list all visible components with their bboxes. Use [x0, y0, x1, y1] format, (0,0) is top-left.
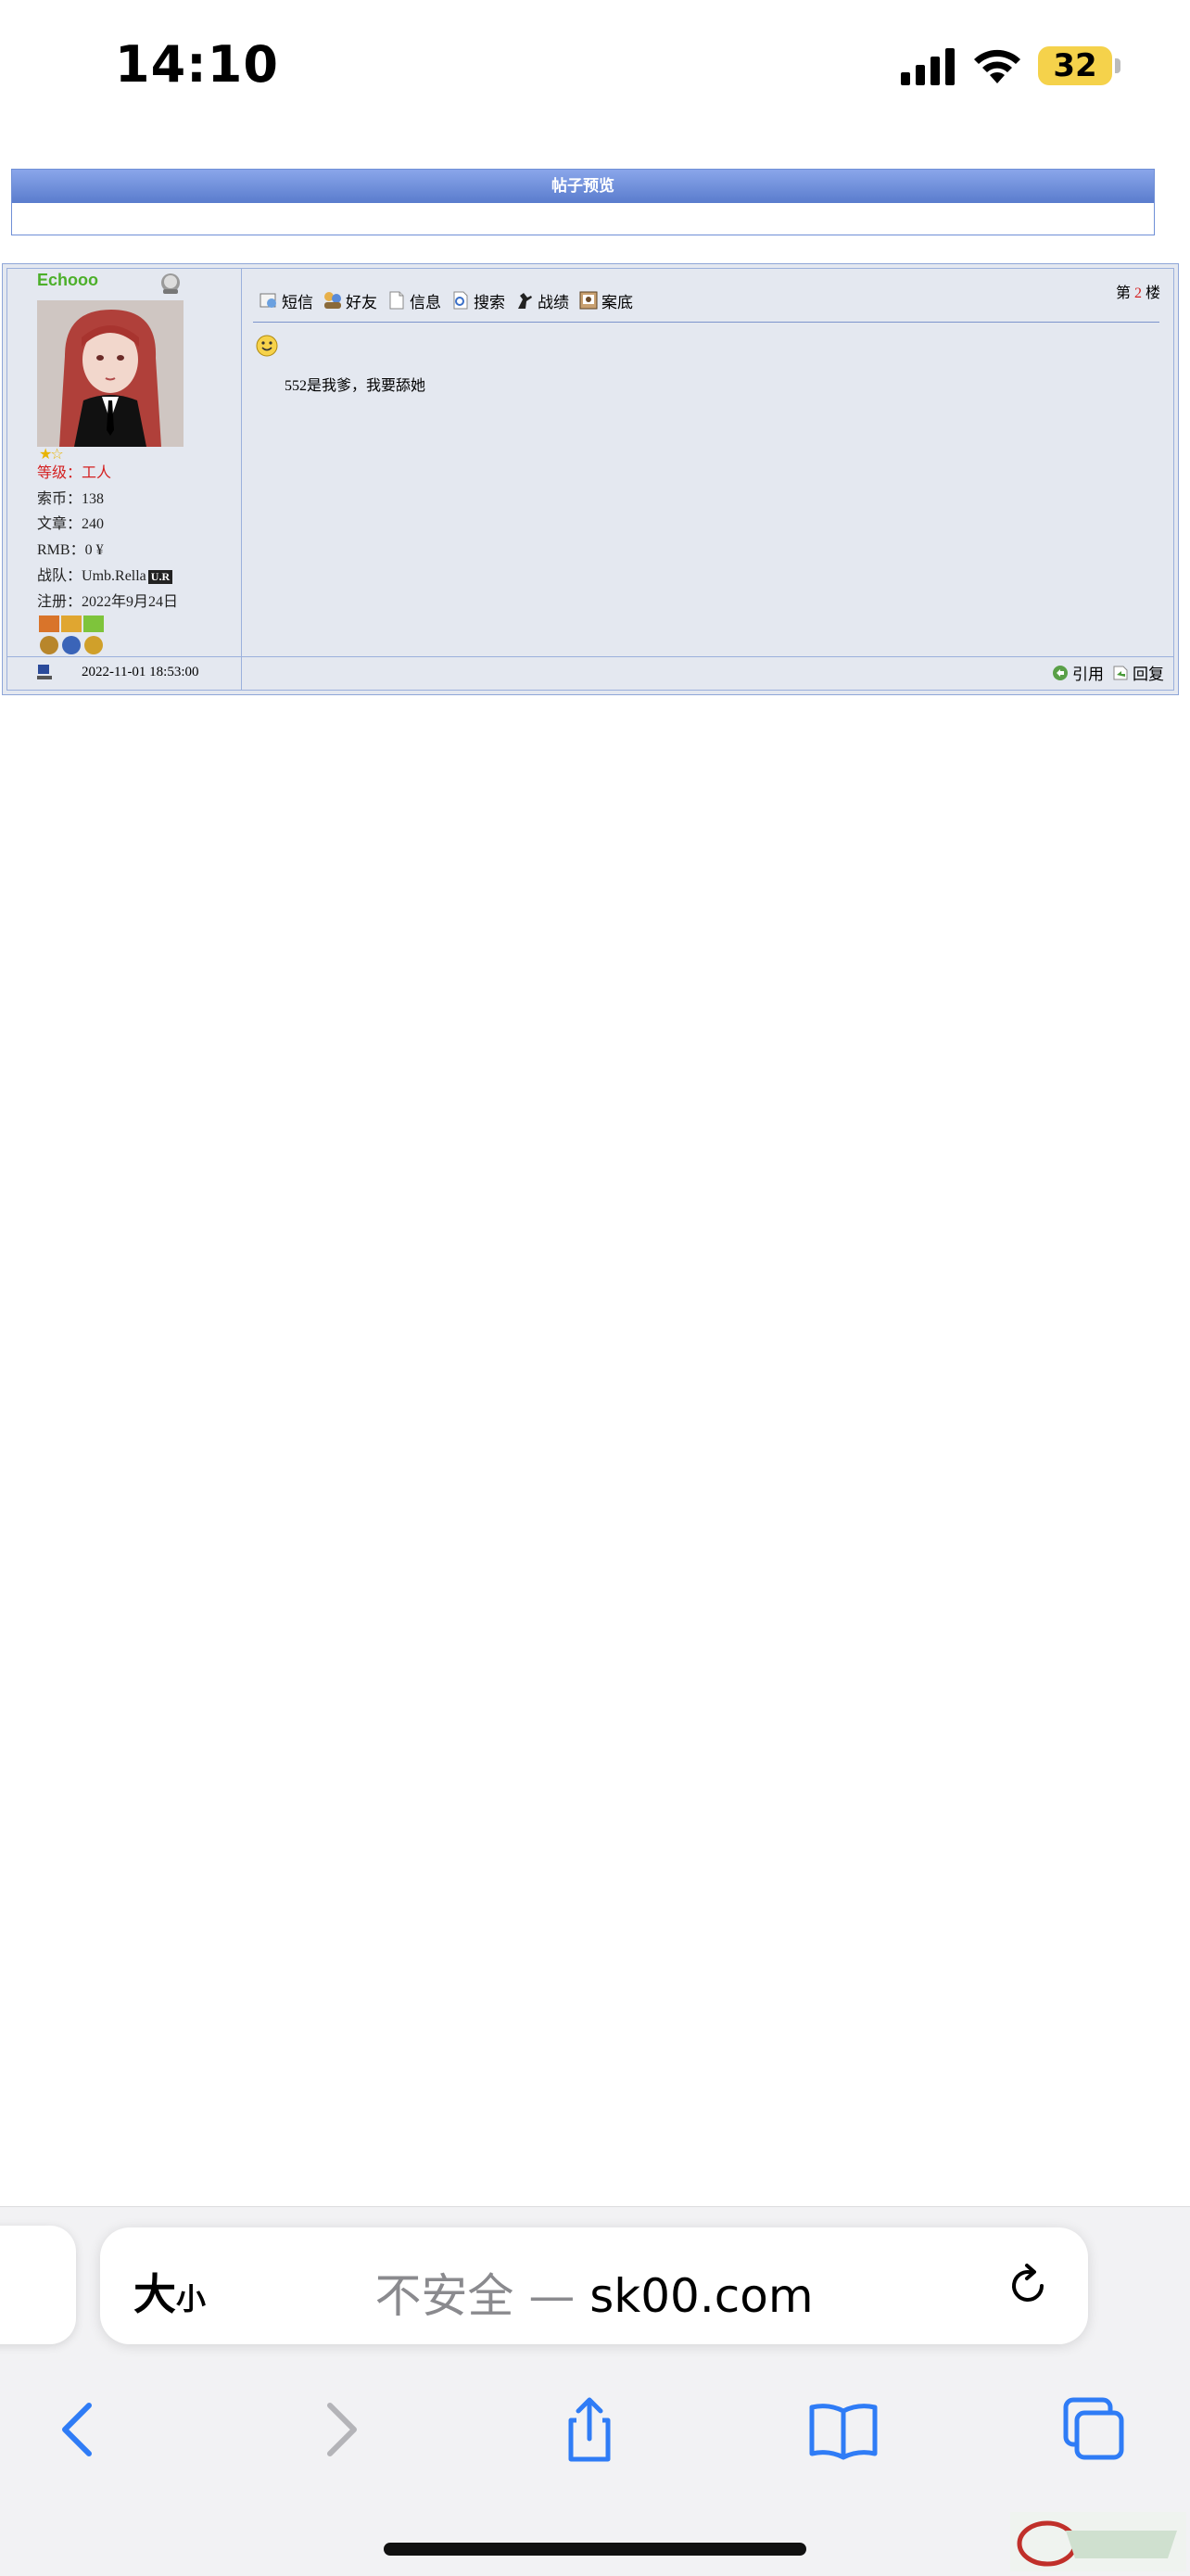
previous-tab-preview[interactable] — [0, 2226, 76, 2344]
register-row: 注册：2022年9月24日 — [37, 589, 178, 611]
floor-prefix: 第 — [1115, 286, 1131, 301]
username[interactable]: Echooo — [37, 271, 98, 290]
level-row: 等级：工人 — [37, 460, 111, 482]
forward-icon[interactable] — [302, 2392, 376, 2467]
site-watermark-logo — [1010, 2512, 1186, 2571]
url-domain: sk00.com — [589, 2269, 814, 2323]
address-bar[interactable]: 大小 不安全 — sk00.com — [100, 2227, 1088, 2344]
team-value[interactable]: Umb.Rella — [82, 568, 146, 584]
status-bar: 14:10 32 — [0, 0, 1190, 139]
search-button[interactable]: 搜索 — [450, 287, 505, 313]
articles-label: 文章： — [37, 516, 82, 532]
document-icon — [389, 291, 404, 310]
status-time: 14:10 — [115, 35, 279, 94]
search-label: 搜索 — [474, 293, 505, 311]
sms-label: 短信 — [282, 293, 313, 311]
preview-panel: 帖子预览 — [11, 169, 1155, 235]
team-label: 战队： — [37, 568, 82, 584]
share-icon[interactable] — [552, 2392, 627, 2467]
level-value: 工人 — [82, 465, 112, 481]
case-label: 案底 — [601, 293, 633, 311]
post-toolbar: 短信 好友 信息 搜索 战绩 案底 — [259, 287, 633, 313]
post-table: Echooo ★☆ 等级：工人 索币：138 文章：240 RMB：0 ¥ 战队… — [6, 268, 1174, 691]
battery-nub — [1115, 58, 1120, 73]
computer-icon — [37, 665, 52, 679]
articles-row: 文章：240 — [37, 511, 104, 533]
coins-row: 索币：138 — [37, 486, 104, 508]
reload-icon[interactable] — [1003, 2261, 1053, 2311]
bookmarks-icon[interactable] — [806, 2392, 880, 2467]
post-footer: 2022-11-01 18:53:00 引用 回复 — [7, 656, 1173, 691]
online-status-icon — [161, 273, 180, 294]
post-content-column: 短信 好友 信息 搜索 战绩 案底 第 2 楼 552是我爹，我要舔她 — [242, 269, 1173, 656]
post-time: 2022-11-01 18:53:00 — [82, 665, 199, 679]
content-divider — [253, 322, 1159, 323]
medal-icons — [39, 615, 104, 654]
sms-icon — [260, 293, 276, 308]
post-message: 552是我爹，我要舔她 — [285, 378, 426, 394]
coins-value: 138 — [82, 491, 105, 507]
sms-button[interactable]: 短信 — [259, 287, 313, 313]
url-display[interactable]: 不安全 — sk00.com — [100, 2259, 1088, 2326]
register-value: 2022年9月24日 — [82, 594, 179, 610]
reply-button[interactable]: 回复 — [1111, 661, 1164, 684]
back-icon[interactable] — [43, 2392, 117, 2467]
quote-button[interactable]: 引用 — [1051, 661, 1104, 684]
rmb-label: RMB： — [37, 542, 85, 558]
user-info-column: Echooo ★☆ 等级：工人 索币：138 文章：240 RMB：0 ¥ 战队… — [7, 269, 242, 656]
case-file-icon — [579, 291, 598, 310]
floor-suffix: 楼 — [1145, 286, 1160, 301]
friends-label: 好友 — [346, 293, 377, 311]
register-label: 注册： — [37, 594, 82, 610]
post-footer-meta: 2022-11-01 18:53:00 — [7, 657, 242, 691]
team-row: 战队：Umb.Rella U.R — [37, 563, 173, 585]
friends-button[interactable]: 好友 — [323, 287, 377, 313]
user-avatar[interactable] — [37, 300, 184, 447]
friends-icon — [324, 292, 341, 309]
floor-number: 第 2 楼 — [1116, 280, 1160, 302]
home-indicator — [384, 2543, 806, 2556]
coins-label: 索币： — [37, 491, 82, 507]
articles-value: 240 — [82, 516, 105, 532]
rmb-value: 0 ¥ — [84, 542, 104, 558]
soldier-icon — [518, 293, 532, 309]
floor-number-value: 2 — [1133, 286, 1142, 301]
reply-label: 回复 — [1133, 666, 1164, 683]
info-button[interactable]: 信息 — [386, 287, 441, 313]
case-button[interactable]: 案底 — [578, 287, 633, 313]
navigation-row — [0, 2383, 1190, 2476]
url-insecure-label: 不安全 — — [374, 2269, 590, 2323]
cellular-signal-icon — [901, 48, 955, 85]
record-button[interactable]: 战绩 — [514, 287, 569, 313]
search-icon — [453, 291, 468, 310]
battery-indicator: 32 — [1038, 46, 1112, 85]
info-label: 信息 — [410, 293, 441, 311]
rmb-row: RMB：0 ¥ — [37, 537, 104, 559]
tabs-icon[interactable] — [1057, 2392, 1131, 2467]
quote-label: 引用 — [1072, 666, 1104, 683]
forum-post: Echooo ★☆ 等级：工人 索币：138 文章：240 RMB：0 ¥ 战队… — [2, 263, 1179, 695]
quote-icon — [1053, 665, 1068, 680]
record-label: 战绩 — [538, 293, 569, 311]
post-actions: 引用 回复 — [1051, 661, 1164, 684]
smiley-icon — [256, 335, 278, 357]
team-tag: U.R — [147, 569, 173, 584]
level-label: 等级： — [37, 465, 82, 481]
wifi-icon — [974, 49, 1020, 83]
preview-title: 帖子预览 — [12, 170, 1154, 203]
reply-icon — [1113, 666, 1128, 679]
